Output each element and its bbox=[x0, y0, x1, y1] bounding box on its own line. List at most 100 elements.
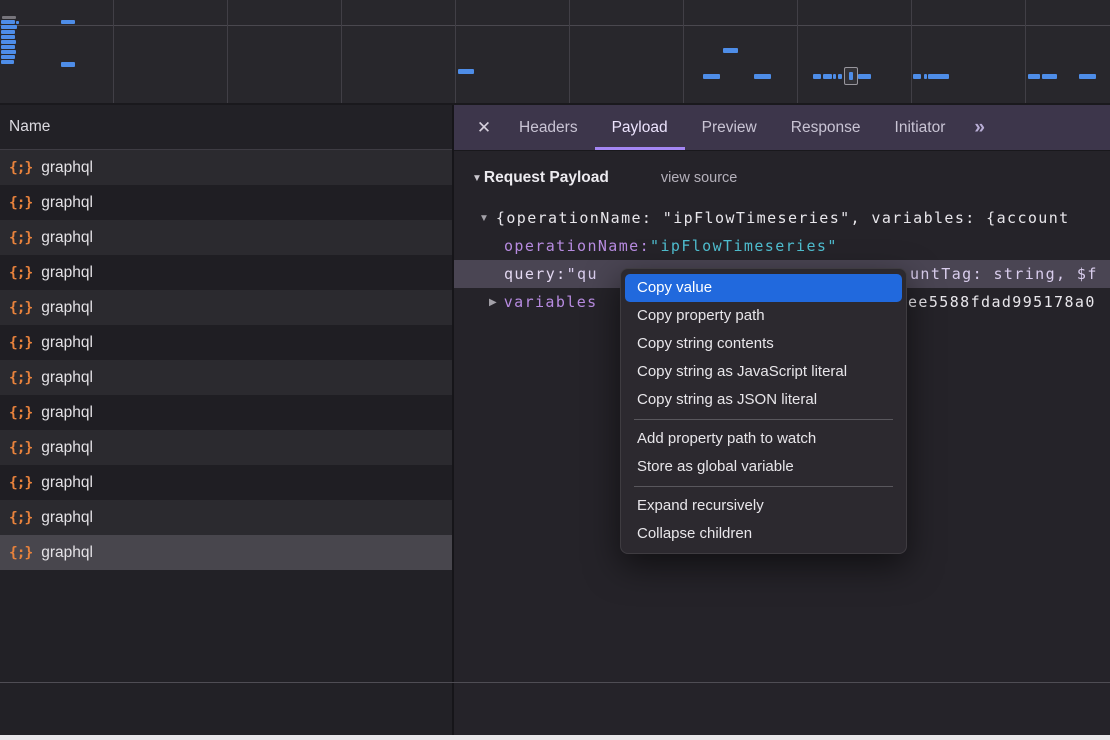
window-bottom-edge bbox=[0, 735, 1110, 740]
request-list-header-name[interactable]: Name bbox=[0, 105, 452, 150]
request-timeline-bar bbox=[1, 35, 15, 39]
context-menu: Copy valueCopy property pathCopy string … bbox=[620, 268, 907, 554]
variables-row-right-fragment: ee5588fdad995178a0 bbox=[908, 289, 1096, 315]
request-rows: {;} graphql {;} graphql {;} graphql {;} graphql… bbox=[0, 150, 452, 570]
request-list-panel: Name {;}graphql{;}graphql{;}graphql{;}gr… bbox=[0, 105, 452, 740]
request-row[interactable]: {;} graphql bbox=[0, 290, 452, 325]
request-timeline-bar bbox=[1042, 74, 1057, 79]
request-name-label: graphql bbox=[41, 229, 93, 247]
request-timeline-bar bbox=[838, 74, 842, 79]
json-braces-icon: {;} bbox=[9, 230, 32, 246]
menu-separator bbox=[634, 486, 893, 487]
detail-tabbar: ✕ HeadersPayloadPreviewResponseInitiator… bbox=[454, 105, 1110, 150]
overview-gridline bbox=[683, 0, 684, 103]
request-row[interactable]: {;} graphql bbox=[0, 220, 452, 255]
request-name-label: graphql bbox=[41, 334, 93, 352]
request-name-label: graphql bbox=[41, 509, 93, 527]
request-timeline-bar bbox=[2, 16, 16, 19]
menu-item-store-as-global-variable[interactable]: Store as global variable bbox=[625, 453, 902, 481]
request-timeline-bar bbox=[924, 74, 927, 79]
request-timeline-bar bbox=[813, 74, 821, 79]
overview-horizontal-gridline bbox=[0, 25, 1110, 26]
request-row[interactable]: {;}graphql bbox=[0, 535, 452, 570]
request-timeline-bar bbox=[928, 74, 949, 79]
network-overview-timeline[interactable] bbox=[0, 0, 1110, 105]
request-payload-section[interactable]: ▼ Request Payload view source bbox=[472, 166, 737, 190]
overview-gridline bbox=[113, 0, 114, 103]
menu-item-expand-recursively[interactable]: Expand recursively bbox=[625, 492, 902, 520]
tab-headers[interactable]: Headers bbox=[502, 105, 595, 150]
request-row[interactable]: {;} graphql bbox=[0, 430, 452, 465]
expanded-caret-icon: ▼ bbox=[479, 213, 489, 224]
request-timeline-bar bbox=[16, 21, 19, 24]
devtools-network-panel: Name {;}graphql{;}graphql{;}graphql{;}gr… bbox=[0, 0, 1110, 740]
request-row[interactable]: {;}graphql bbox=[0, 185, 452, 220]
selected-request-marker bbox=[844, 67, 858, 85]
tab-preview[interactable]: Preview bbox=[685, 105, 774, 150]
payload-root-node[interactable]: ▼ {operationName: "ipFlowTimeseries", va… bbox=[479, 205, 1110, 231]
query-row-left: query: "qu bbox=[504, 260, 598, 288]
request-row[interactable]: {;}graphql bbox=[0, 255, 452, 290]
menu-item-collapse-children[interactable]: Collapse children bbox=[625, 520, 902, 548]
request-timeline-bar bbox=[703, 74, 720, 79]
payload-operation-name-row[interactable]: operationName: "ipFlowTimeseries" bbox=[504, 233, 838, 259]
request-name-label: graphql bbox=[41, 544, 93, 562]
overview-gridline bbox=[227, 0, 228, 103]
payload-variables-row[interactable]: ▶ variables bbox=[489, 289, 598, 315]
overview-gridline bbox=[1025, 0, 1026, 103]
json-braces-icon: {;} bbox=[9, 160, 32, 176]
summary-divider bbox=[0, 682, 1110, 683]
tab-payload[interactable]: Payload bbox=[595, 105, 685, 150]
request-name-label: graphql bbox=[41, 439, 93, 457]
request-name-label: graphql bbox=[41, 299, 93, 317]
request-name-label: graphql bbox=[41, 404, 93, 422]
json-braces-icon: {;} bbox=[9, 300, 32, 316]
json-braces-icon: {;} bbox=[9, 440, 32, 456]
more-tabs-icon[interactable]: » bbox=[966, 105, 993, 150]
overview-gridline bbox=[911, 0, 912, 103]
payload-root-preview: {operationName: "ipFlowTimeseries", vari… bbox=[496, 209, 1070, 227]
close-icon[interactable]: ✕ bbox=[466, 105, 502, 150]
tab-initiator[interactable]: Initiator bbox=[878, 105, 963, 150]
request-timeline-bar bbox=[458, 69, 474, 74]
section-title: Request Payload bbox=[484, 169, 609, 187]
request-timeline-bar bbox=[1, 50, 16, 54]
overview-gridline bbox=[455, 0, 456, 103]
overview-gridline bbox=[569, 0, 570, 103]
menu-item-add-property-path-to-watch[interactable]: Add property path to watch bbox=[625, 425, 902, 453]
request-row[interactable]: {;}graphql bbox=[0, 465, 452, 500]
overview-gridline bbox=[341, 0, 342, 103]
request-row[interactable]: {;}graphql bbox=[0, 500, 452, 535]
request-timeline-bar bbox=[61, 20, 75, 24]
property-key: operationName: bbox=[504, 237, 650, 255]
request-name-label: graphql bbox=[41, 159, 93, 177]
request-name-label: graphql bbox=[41, 264, 93, 282]
menu-item-copy-property-path[interactable]: Copy property path bbox=[625, 302, 902, 330]
json-braces-icon: {;} bbox=[9, 475, 32, 491]
request-timeline-bar bbox=[1, 20, 15, 24]
property-value-start: "qu bbox=[567, 265, 598, 283]
menu-item-copy-string-as-json-literal[interactable]: Copy string as JSON literal bbox=[625, 386, 902, 414]
request-timeline-bar bbox=[1, 45, 15, 49]
tab-response[interactable]: Response bbox=[774, 105, 878, 150]
json-braces-icon: {;} bbox=[9, 405, 32, 421]
view-source-link[interactable]: view source bbox=[661, 170, 738, 186]
json-braces-icon: {;} bbox=[9, 335, 32, 351]
menu-item-copy-value[interactable]: Copy value bbox=[625, 274, 902, 302]
request-timeline-bar bbox=[723, 48, 738, 53]
request-row[interactable]: {;}graphql bbox=[0, 360, 452, 395]
request-row[interactable]: {;} graphql bbox=[0, 325, 452, 360]
request-timeline-bar bbox=[1, 40, 16, 44]
request-row[interactable]: {;} graphql bbox=[0, 395, 452, 430]
request-timeline-bar bbox=[1, 60, 14, 64]
request-timeline-bar bbox=[1079, 74, 1096, 79]
request-name-label: graphql bbox=[41, 369, 93, 387]
menu-item-copy-string-as-javascript-literal[interactable]: Copy string as JavaScript literal bbox=[625, 358, 902, 386]
property-key: query: bbox=[504, 265, 567, 283]
request-timeline-bar bbox=[1, 25, 17, 29]
marker-tick bbox=[849, 72, 853, 80]
request-timeline-bar bbox=[858, 74, 871, 79]
menu-separator bbox=[634, 419, 893, 420]
request-row[interactable]: {;} graphql bbox=[0, 150, 452, 185]
menu-item-copy-string-contents[interactable]: Copy string contents bbox=[625, 330, 902, 358]
